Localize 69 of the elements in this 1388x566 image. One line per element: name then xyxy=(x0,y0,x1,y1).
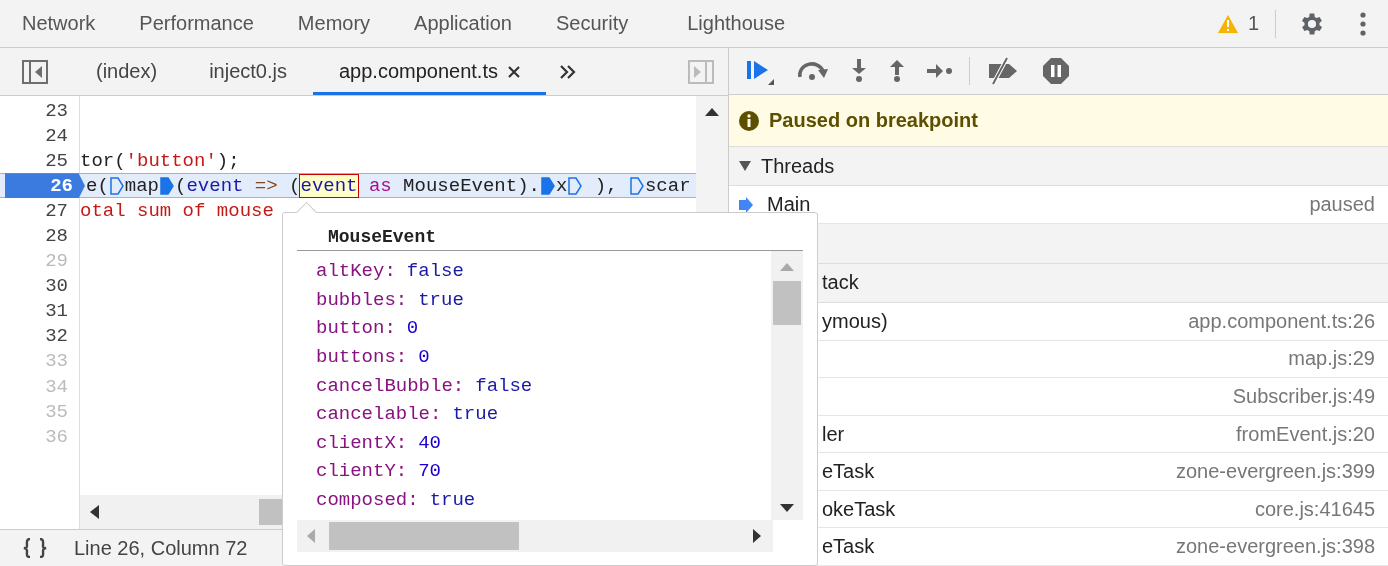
line-number: 34 xyxy=(44,374,69,400)
code-token: e( xyxy=(86,174,109,197)
code-token: tor( xyxy=(80,149,126,172)
format-braces-icon[interactable] xyxy=(22,538,48,558)
panel-tab[interactable]: Network xyxy=(0,0,118,47)
breakpoint-marker-icon[interactable] xyxy=(568,175,583,196)
panel-tab[interactable]: Application xyxy=(392,0,534,47)
section-title: tack xyxy=(822,271,859,295)
more-menu-icon[interactable] xyxy=(1360,11,1366,36)
step-into-icon[interactable] xyxy=(851,59,867,84)
line-number: 32 xyxy=(44,324,69,349)
close-icon[interactable] xyxy=(507,65,520,78)
warning-count[interactable]: 1 xyxy=(1247,12,1259,35)
code-token: scar xyxy=(644,174,691,197)
code-token: ( xyxy=(288,174,301,197)
code-token: map xyxy=(124,174,160,197)
cursor-position: Line 26, Column 72 xyxy=(74,536,248,560)
warning-icon xyxy=(1217,14,1238,33)
chevron-icon[interactable] xyxy=(559,64,576,79)
line-number: 24 xyxy=(44,123,69,149)
paused-message: Paused on breakpoint xyxy=(769,109,978,133)
line-number: 35 xyxy=(44,399,69,425)
step-out-icon[interactable] xyxy=(889,59,905,84)
scroll-down-icon[interactable] xyxy=(780,504,794,512)
sidebar-toggle-icon[interactable] xyxy=(688,59,714,84)
code-token: x xyxy=(555,174,568,197)
section-title: Threads xyxy=(761,154,835,178)
code-token: ); xyxy=(216,149,240,172)
file-tab[interactable]: inject0.js xyxy=(183,48,313,95)
code-token: 'button' xyxy=(125,149,217,172)
breakpoint-marker-icon[interactable] xyxy=(629,175,644,196)
step-icon[interactable] xyxy=(927,63,953,80)
breakpoint-marker-icon[interactable] xyxy=(160,175,175,196)
scrollbar-thumb[interactable] xyxy=(329,522,519,550)
scrollbar-thumb[interactable] xyxy=(773,281,801,325)
line-number: 28 xyxy=(44,224,69,249)
line-number: 29 xyxy=(44,249,69,274)
code-token: => xyxy=(253,174,278,197)
line-number: 25 xyxy=(44,148,69,174)
code-token: ), xyxy=(593,174,619,197)
code-token: event xyxy=(186,174,244,197)
code-token: ( xyxy=(175,174,187,197)
breakpoint-marker-icon[interactable] xyxy=(540,175,555,196)
step-over-icon[interactable] xyxy=(797,61,829,82)
panel-tab[interactable]: Memory xyxy=(275,0,393,47)
line-number: 31 xyxy=(44,299,69,324)
scroll-left-icon[interactable] xyxy=(90,505,99,519)
panel-tab[interactable]: Security xyxy=(533,0,651,47)
line-number: 36 xyxy=(44,424,69,450)
panel-tab[interactable]: Lighthouse xyxy=(665,0,808,47)
scroll-right-icon[interactable] xyxy=(753,529,761,543)
panel-tab[interactable]: Performance xyxy=(117,0,276,47)
pause-on-exceptions-icon[interactable] xyxy=(1042,57,1070,86)
code-token: MouseEvent). xyxy=(402,174,540,197)
info-icon xyxy=(739,110,759,131)
file-tab[interactable]: (index) xyxy=(70,48,184,95)
line-number: 27 xyxy=(44,198,69,224)
line-number: 26 xyxy=(5,173,85,199)
expand-triangle-icon xyxy=(739,161,751,172)
code-token: event xyxy=(300,174,358,197)
code-token: as xyxy=(367,174,392,197)
scroll-up-icon[interactable] xyxy=(705,108,719,116)
code-token: otal sum of mouse xyxy=(80,199,274,222)
breakpoint-marker-icon[interactable] xyxy=(109,175,124,196)
line-number: 30 xyxy=(44,274,69,299)
line-number: 23 xyxy=(44,98,69,124)
line-number: 33 xyxy=(44,349,69,375)
section-header[interactable]: Threads xyxy=(729,146,1388,187)
sidebar-toggle-icon[interactable] xyxy=(22,59,48,84)
